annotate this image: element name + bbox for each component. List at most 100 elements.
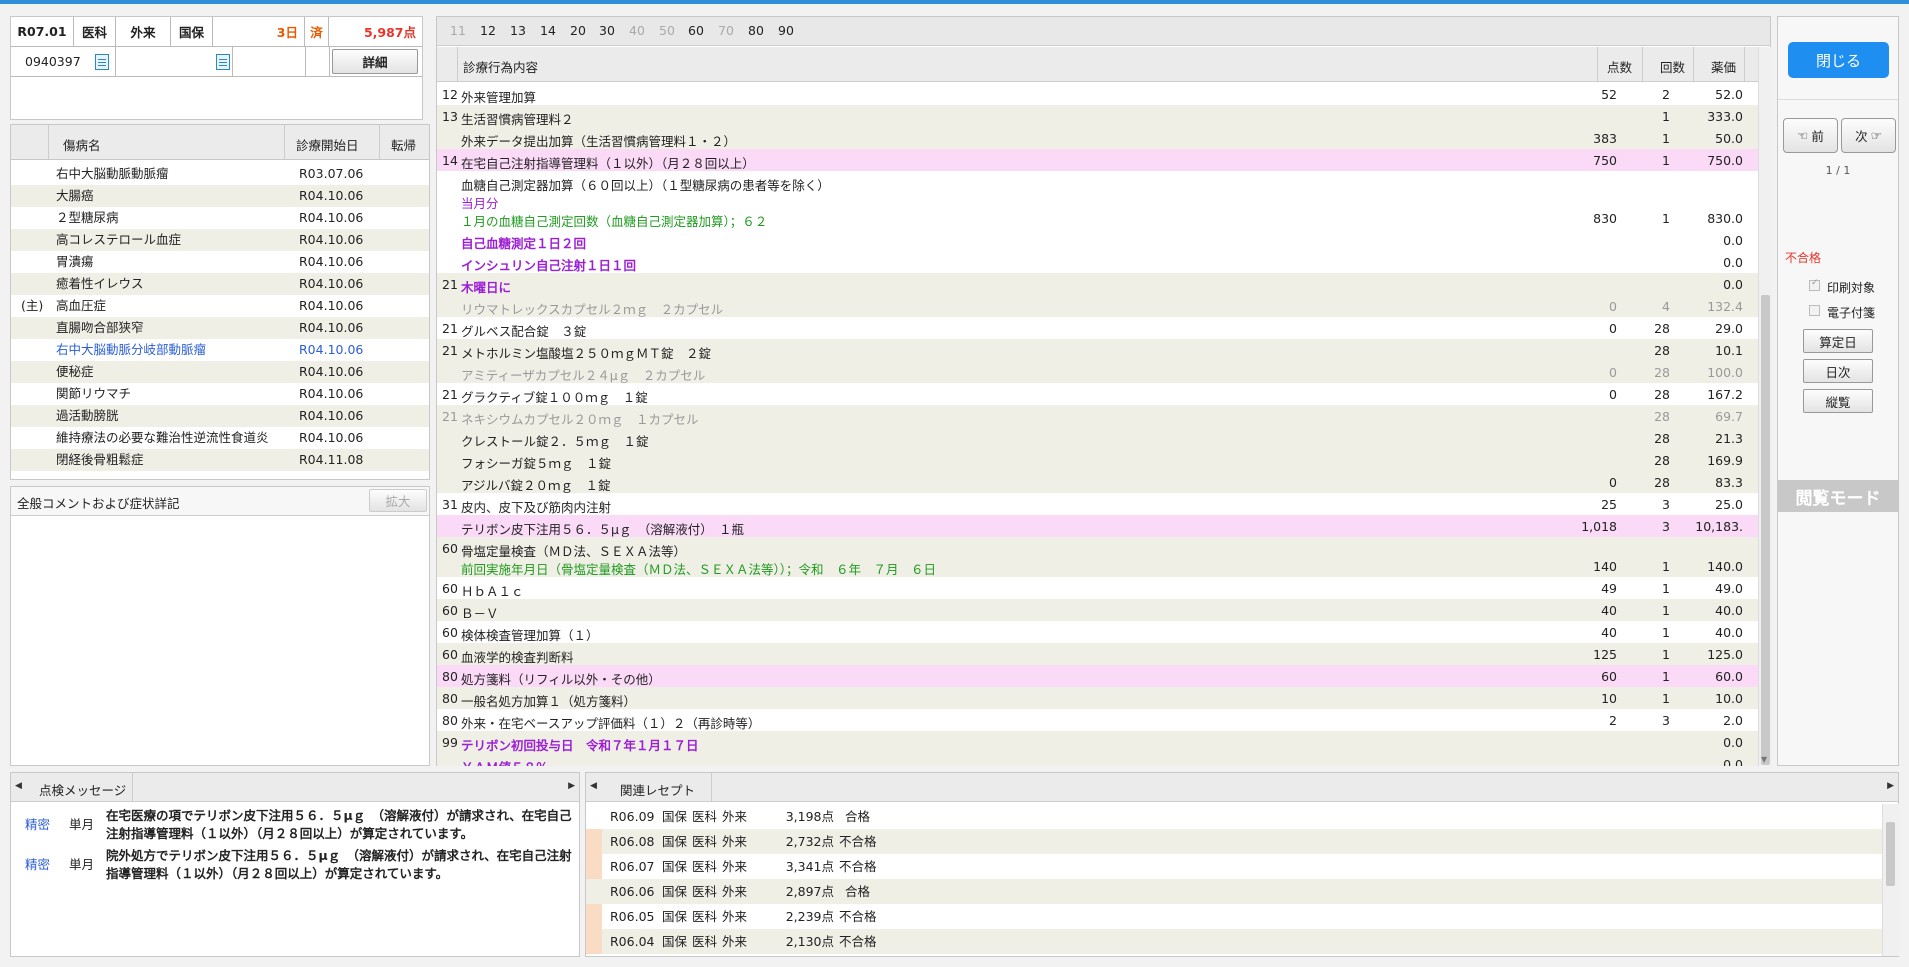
drug-price-value: 40.0 (1715, 625, 1743, 640)
treatment-row[interactable]: 自己血糖測定１日２回 0.0 (437, 229, 1758, 251)
tab-12[interactable]: 12 (480, 17, 496, 45)
disease-row[interactable]: 関節リウマチ R04.10.06 (11, 383, 429, 405)
treatment-row[interactable]: 60 検体検査管理加算（１） 40 1 40.0 (437, 621, 1758, 643)
treatment-row[interactable]: 21 ネキシウムカプセル２０ｍｇ １カプセル 28 69.7 (437, 405, 1758, 427)
treatment-row[interactable]: テリボン皮下注用５６．５μｇ （溶解液付） １瓶 1,018 3 10,183. (437, 515, 1758, 537)
tab-40[interactable]: 40 (629, 17, 645, 45)
next-button[interactable]: 次 ☞ (1841, 118, 1896, 153)
tab-70[interactable]: 70 (718, 17, 734, 45)
disease-row[interactable]: 大腸癌 R04.10.06 (11, 185, 429, 207)
tab-60[interactable]: 60 (688, 17, 704, 45)
disease-row[interactable]: 右中大脳動脈動脈瘤 R03.07.06 (11, 163, 429, 185)
related-receipt-row[interactable]: R06.08 国保 医科 外来 2,732点 不合格 (586, 829, 1882, 854)
treatment-row[interactable]: 21 木曜日に 0.0 (437, 273, 1758, 295)
treatment-row[interactable]: 60 Ｂ－Ｖ 40 1 40.0 (437, 599, 1758, 621)
treatment-row[interactable]: 80 外来・在宅ベースアップ評価料（１）２（再診時等） 2 3 2.0 (437, 709, 1758, 731)
treatment-row[interactable]: 80 一般名処方加算１（処方箋料） 10 1 10.0 (437, 687, 1758, 709)
esign-checkbox[interactable] (1809, 305, 1820, 316)
expand-button[interactable]: 拡大 (369, 489, 427, 512)
treatment-row[interactable]: インシュリン自己注射１日１回 0.0 (437, 251, 1758, 273)
treatment-row[interactable]: 31 皮内、皮下及び筋肉内注射 25 3 25.0 (437, 493, 1758, 515)
scroll-left-arrow[interactable]: ◀ (15, 781, 22, 791)
related-receipt-row[interactable]: R06.05 国保 医科 外来 2,239点 不合格 (586, 904, 1882, 929)
treatment-row[interactable]: 14 在宅自己注射指導管理料（１以外）（月２８回以上） 750 1 750.0 (437, 149, 1758, 171)
disease-row[interactable]: 過活動膀胱 R04.10.06 (11, 405, 429, 427)
scroll-down-arrow[interactable]: ▼ (1761, 755, 1767, 764)
col-drug-price[interactable]: 薬価 (1711, 57, 1736, 76)
related-receipt-row[interactable]: R06.04 国保 医科 外来 2,130点 不合格 (586, 929, 1882, 954)
disease-row[interactable]: 右中大脳動脈分岐部動脈瘤 R04.10.06 (11, 339, 429, 361)
comment-textarea[interactable] (11, 515, 429, 765)
check-message-item[interactable]: 精密 単月 在宅医療の項でテリボン皮下注用５６．５μｇ （溶解液付）が請求され、在宅… (11, 807, 579, 845)
col-count[interactable]: 回数 (1660, 57, 1685, 76)
treatment-row[interactable]: 60 骨塩定量検査（ＭＤ法、ＳＥＸＡ法等） 前回実施年月日（骨塩定量検査（ＭＤ法、Ｓ… (437, 537, 1758, 577)
treatment-row[interactable]: 21 グルベス配合錠 ３錠 0 28 29.0 (437, 317, 1758, 339)
treatment-row[interactable]: クレストール錠２．５ｍｇ １錠 28 21.3 (437, 427, 1758, 449)
col-disease-name[interactable]: 傷病名 (63, 135, 101, 154)
tab-30[interactable]: 30 (599, 17, 615, 45)
disease-row[interactable]: 直腸吻合部狭窄 R04.10.06 (11, 317, 429, 339)
col-content[interactable]: 診療行為内容 (463, 57, 538, 76)
check-type: 単月 (69, 857, 95, 872)
treatment-row[interactable]: 12 外来管理加算 52 2 52.0 (437, 83, 1758, 105)
tab-11[interactable]: 11 (450, 17, 466, 45)
print-checkbox[interactable]: ✓ (1809, 278, 1820, 291)
vertical-view-button[interactable]: 縦覧 (1803, 389, 1873, 413)
scrollbar-thumb[interactable] (1761, 295, 1770, 765)
tab-90[interactable]: 90 (778, 17, 794, 45)
disease-row[interactable]: ２型糖尿病 R04.10.06 (11, 207, 429, 229)
vertical-scrollbar[interactable]: ▼ (1758, 47, 1772, 766)
related-scrollbar[interactable] (1882, 804, 1899, 956)
disease-row[interactable]: 便秘症 R04.10.06 (11, 361, 429, 383)
related-receipt-row[interactable]: R06.07 国保 医科 外来 3,341点 不合格 (586, 854, 1882, 879)
disease-row[interactable]: 維持療法の必要な難治性逆流性食道炎 R04.10.06 (11, 427, 429, 449)
treatment-row[interactable]: アジルバ錠２０ｍｇ １錠 0 28 83.3 (437, 471, 1758, 493)
treatment-row[interactable]: リウマトレックスカプセル２ｍｇ ２カプセル 0 4 132.4 (437, 295, 1758, 317)
check-message-panel: ◀ 点検メッセージ ▶ 精密 単月 在宅医療の項でテリボン皮下注用５６．５μｇ （溶… (10, 772, 580, 957)
col-start-date[interactable]: 診療開始日 (296, 135, 359, 154)
tab-14[interactable]: 14 (540, 17, 556, 45)
treatment-row[interactable]: ＹＡＭ値５８％ 0.0 (437, 753, 1758, 766)
tab-80[interactable]: 80 (748, 17, 764, 45)
calc-date-button[interactable]: 算定日 (1803, 329, 1873, 353)
treatment-row[interactable]: 21 グラクティブ錠１００ｍｇ １錠 0 28 167.2 (437, 383, 1758, 405)
treatment-row[interactable]: 13 生活習慣病管理料２ 1 333.0 (437, 105, 1758, 127)
scroll-right-arrow[interactable]: ▶ (568, 781, 575, 791)
related-receipt-tab[interactable]: 関連レセプト (620, 780, 695, 799)
disease-row[interactable]: 高コレステロール血症 R04.10.06 (11, 229, 429, 251)
disease-row[interactable]: 閉経後骨粗鬆症 R04.11.08 (11, 449, 429, 471)
prev-button[interactable]: ☜ 前 (1783, 118, 1838, 153)
document-icon[interactable] (216, 53, 230, 70)
col-points[interactable]: 点数 (1607, 57, 1632, 76)
related-receipt-row[interactable]: R06.06 国保 医科 外来 2,897点 合格 (586, 879, 1882, 904)
check-message-item[interactable]: 精密 単月 院外処方でテリボン皮下注用５６．５μｇ （溶解液付）が請求され、在宅自己… (11, 847, 579, 885)
disease-row[interactable]: 癒着性イレウス R04.10.06 (11, 273, 429, 295)
treatment-row[interactable]: 60 ＨｂＡ１ｃ 49 1 49.0 (437, 577, 1758, 599)
scroll-left-arrow[interactable]: ◀ (590, 781, 597, 791)
scroll-right-arrow[interactable]: ▶ (1887, 781, 1894, 791)
tab-13[interactable]: 13 (510, 17, 526, 45)
treatment-row[interactable]: 60 血液学的検査判断料 125 1 125.0 (437, 643, 1758, 665)
tab-50[interactable]: 50 (659, 17, 675, 45)
close-button[interactable]: 閉じる (1788, 42, 1889, 78)
treatment-row[interactable]: 外来データ提出加算（生活習慣病管理料１・２） 383 1 50.0 (437, 127, 1758, 149)
daily-button[interactable]: 日次 (1803, 359, 1873, 383)
document-icon[interactable] (94, 53, 109, 70)
tab-20[interactable]: 20 (570, 17, 586, 45)
treatment-row[interactable]: 血糖自己測定器加算（６０回以上）（１型糖尿病の患者等を除く） 当月分 １月の血糖自己… (437, 171, 1758, 229)
treatment-row[interactable]: 80 処方箋料（リフィル以外・その他） 60 1 60.0 (437, 665, 1758, 687)
disease-row[interactable]: 胃潰瘍 R04.10.06 (11, 251, 429, 273)
disease-row[interactable]: (主) 高血圧症 R04.10.06 (11, 295, 429, 317)
treatment-row[interactable]: フォシーガ錠５ｍｇ １錠 28 169.9 (437, 449, 1758, 471)
check-message-text: 在宅医療の項でテリボン皮下注用５６．５μｇ （溶解液付）が請求され、在宅自己注射… (106, 808, 572, 841)
treatment-text: 外来・在宅ベースアップ評価料（１）２（再診時等） (461, 716, 761, 731)
treatment-row[interactable]: 21 メトホルミン塩酸塩２５０ｍｇＭＴ錠 ２錠 28 10.1 (437, 339, 1758, 361)
treatment-row[interactable]: 99 テリボン初回投与日 令和７年１月１７日 0.0 (437, 731, 1758, 753)
related-receipt-row[interactable]: R06.09 国保 医科 外来 3,198点 合格 (586, 804, 1882, 829)
treatment-row[interactable]: アミティーザカプセル２４μｇ ２カプセル 0 28 100.0 (437, 361, 1758, 383)
scrollbar-thumb[interactable] (1886, 822, 1895, 886)
check-message-tab[interactable]: 点検メッセージ (39, 780, 126, 799)
detail-button[interactable]: 詳細 (332, 49, 418, 74)
col-outcome[interactable]: 転帰 (391, 135, 416, 154)
disease-name: 高コレステロール血症 (56, 232, 182, 247)
